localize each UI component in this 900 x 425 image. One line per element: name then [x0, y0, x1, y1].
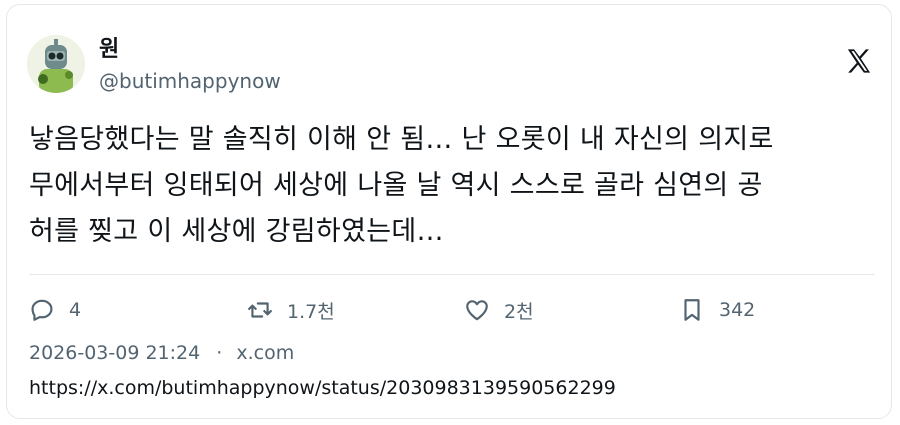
tweet-text: 낳음당했다는 말 솔직히 이해 안 됨… 난 오롯이 내 자신의 의지로 무에서…: [29, 117, 879, 255]
heart-icon: [466, 300, 488, 321]
retweet-icon: [248, 302, 272, 318]
author-name[interactable]: 원: [99, 31, 119, 63]
reply-icon: [31, 299, 53, 321]
source-link[interactable]: x.com: [236, 342, 294, 364]
avatar-image: [27, 35, 85, 93]
retweet-count: 1.7천: [287, 300, 335, 323]
tweet-card[interactable]: 원 @butimhappynow 낳음당했다는 말 솔직히 이해 안 됨… 난 …: [6, 4, 892, 419]
meta-separator: ·: [216, 342, 223, 364]
tweet-text-line: 허를 찢고 이 세상에 강림하였는데…: [29, 216, 444, 247]
timestamp[interactable]: 2026-03-09 21:24: [29, 342, 200, 364]
author-handle[interactable]: @butimhappynow: [99, 69, 281, 93]
action-bar: 4 1.7천 2천 342: [29, 293, 869, 327]
x-logo-icon[interactable]: [845, 47, 873, 75]
tweet-text-line: 낳음당했다는 말 솔직히 이해 안 됨… 난 오롯이 내 자신의 의지로: [29, 124, 774, 155]
tweet-text-line: 무에서부터 잉태되어 세상에 나올 날 역시 스스로 골라 심연의 공: [29, 170, 763, 201]
like-button[interactable]: 2천: [464, 293, 534, 327]
divider: [29, 274, 875, 275]
tweet-url[interactable]: https://x.com/butimhappynow/status/20309…: [29, 377, 616, 399]
retweet-button[interactable]: 1.7천: [247, 293, 335, 327]
avatar[interactable]: [27, 35, 85, 93]
bookmark-button[interactable]: 342: [679, 293, 755, 327]
like-count: 2천: [504, 300, 534, 323]
reply-button[interactable]: 4: [29, 293, 81, 327]
bookmark-count: 342: [719, 299, 756, 321]
tweet-meta: 2026-03-09 21:24 · x.com: [29, 342, 294, 364]
reply-count: 4: [69, 299, 82, 321]
bookmark-icon: [684, 299, 700, 321]
